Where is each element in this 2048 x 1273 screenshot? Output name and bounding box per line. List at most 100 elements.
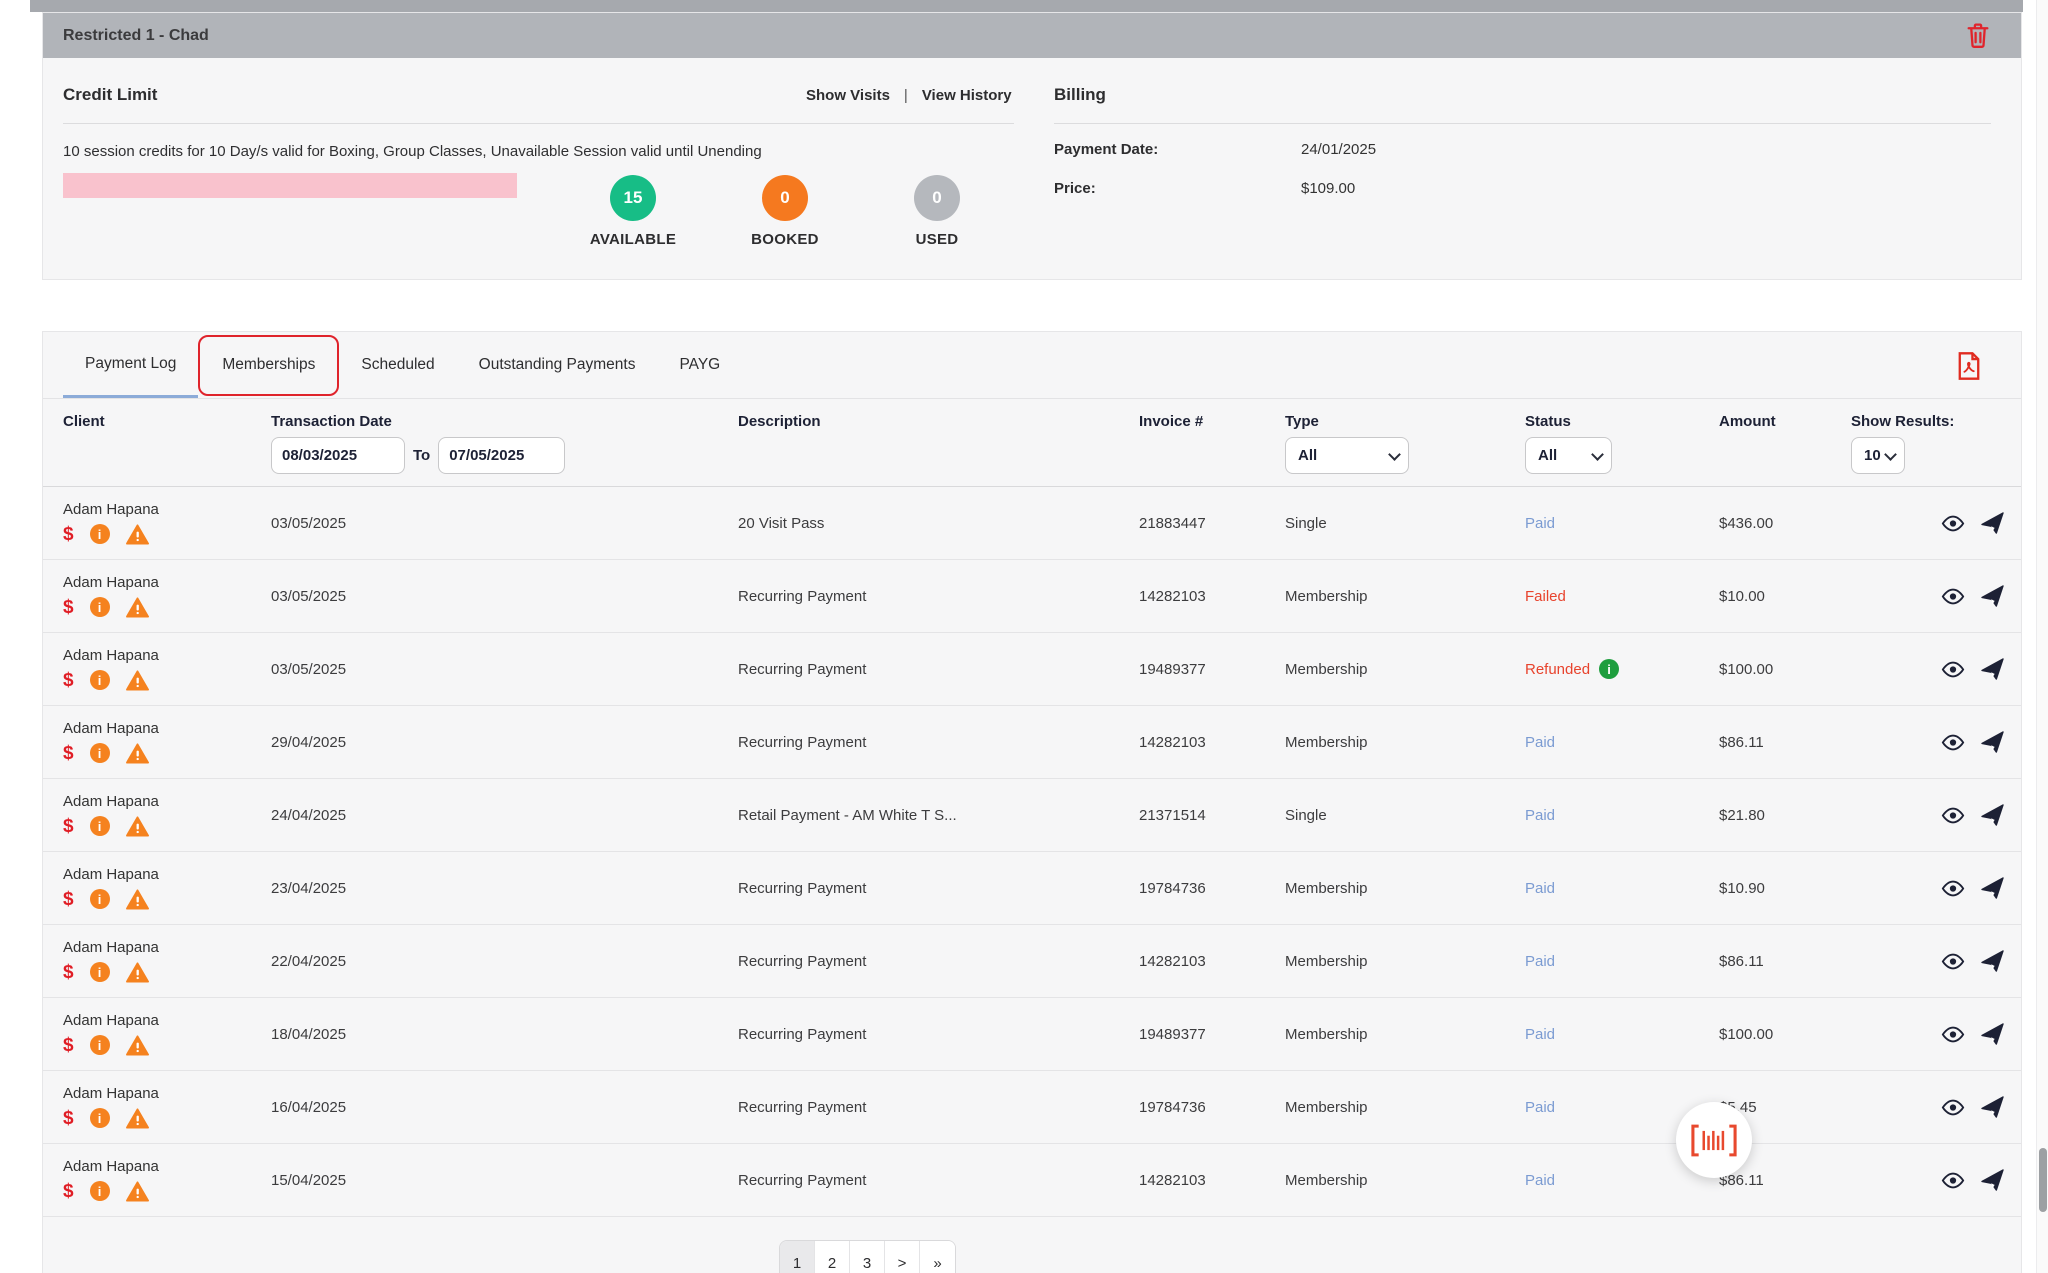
page-button-1[interactable]: 1 [780,1241,815,1273]
status-text[interactable]: Paid [1525,1099,1555,1116]
available-label: AVAILABLE [553,231,713,248]
view-icon[interactable] [1941,1099,1965,1116]
send-icon[interactable] [1981,731,2004,754]
view-icon[interactable] [1941,953,1965,970]
client-action-icons: $ i [63,523,271,545]
payment-dollar-icon[interactable]: $ [63,890,74,909]
type-cell: Membership [1285,953,1525,970]
page-button-last[interactable]: » [920,1241,955,1273]
status-text[interactable]: Failed [1525,588,1566,605]
view-icon[interactable] [1941,880,1965,897]
page-button-next[interactable]: > [885,1241,920,1273]
view-icon[interactable] [1941,734,1965,751]
warning-icon[interactable] [126,597,149,618]
tab-scheduled[interactable]: Scheduled [339,332,456,398]
send-icon[interactable] [1981,585,2004,608]
refund-info-icon[interactable]: i [1599,659,1619,679]
table-row: Adam Hapana $ i 24/04/2025 Retail Paymen… [43,779,2021,852]
info-icon[interactable]: i [90,816,110,836]
warning-icon[interactable] [126,1108,149,1129]
warning-icon[interactable] [126,1035,149,1056]
warning-icon[interactable] [126,962,149,983]
warning-icon[interactable] [126,889,149,910]
membership-summary-card: Restricted 1 - Chad Credit Limit Show Vi… [42,12,2022,280]
send-icon[interactable] [1981,950,2004,973]
view-icon[interactable] [1941,1026,1965,1043]
transaction-date-cell: 03/05/2025 [271,661,738,678]
tab-payg[interactable]: PAYG [657,332,742,398]
view-icon[interactable] [1941,515,1965,532]
amount-cell: $436.00 [1719,515,1941,532]
client-name: Adam Hapana [63,720,271,737]
payment-dollar-icon[interactable]: $ [63,744,74,763]
show-visits-link[interactable]: Show Visits [806,87,890,104]
show-results-select[interactable]: 10 [1851,437,1905,474]
amount-cell: $86.11 [1719,953,1941,970]
info-icon[interactable]: i [90,1108,110,1128]
status-text[interactable]: Paid [1525,515,1555,532]
tab-payment-log[interactable]: Payment Log [63,332,198,398]
payment-dollar-icon[interactable]: $ [63,817,74,836]
info-icon[interactable]: i [90,1181,110,1201]
status-cell: Failed i [1525,588,1719,605]
payment-dollar-icon[interactable]: $ [63,1036,74,1055]
payment-dollar-icon[interactable]: $ [63,1109,74,1128]
date-from-input[interactable] [271,437,405,474]
info-icon[interactable]: i [90,962,110,982]
status-text[interactable]: Paid [1525,1026,1555,1043]
client-name: Adam Hapana [63,1012,271,1029]
info-icon[interactable]: i [90,597,110,617]
send-icon[interactable] [1981,1169,2004,1192]
view-icon[interactable] [1941,807,1965,824]
barcode-scan-button[interactable] [1676,1102,1752,1178]
page-button-2[interactable]: 2 [815,1241,850,1273]
payment-dollar-icon[interactable]: $ [63,1182,74,1201]
delete-membership-button[interactable] [1965,22,1991,49]
send-icon[interactable] [1981,877,2004,900]
send-icon[interactable] [1981,1096,2004,1119]
payment-dollar-icon[interactable]: $ [63,525,74,544]
warning-icon[interactable] [126,816,149,837]
send-icon[interactable] [1981,512,2004,535]
status-text[interactable]: Paid [1525,880,1555,897]
warning-icon[interactable] [126,524,149,545]
view-history-link[interactable]: View History [922,87,1012,104]
info-icon[interactable]: i [90,670,110,690]
status-text[interactable]: Refunded [1525,661,1590,678]
invoice-cell: 14282103 [1139,734,1285,751]
view-icon[interactable] [1941,661,1965,678]
warning-icon[interactable] [126,670,149,691]
status-filter-select[interactable]: All [1525,437,1612,474]
info-icon[interactable]: i [90,524,110,544]
warning-icon[interactable] [126,1181,149,1202]
tab-memberships[interactable]: Memberships [198,335,339,396]
date-to-input[interactable] [438,437,565,474]
warning-icon[interactable] [126,743,149,764]
status-text[interactable]: Paid [1525,734,1555,751]
send-icon[interactable] [1981,1023,2004,1046]
tab-outstanding-payments[interactable]: Outstanding Payments [457,332,658,398]
info-icon[interactable]: i [90,743,110,763]
billing-divider [1054,123,1991,124]
payment-dollar-icon[interactable]: $ [63,598,74,617]
type-filter-select[interactable]: All [1285,437,1409,474]
payment-dollar-icon[interactable]: $ [63,671,74,690]
table-row: Adam Hapana $ i 03/05/2025 Recurring Pay… [43,560,2021,633]
type-cell: Single [1285,807,1525,824]
view-icon[interactable] [1941,1172,1965,1189]
send-icon[interactable] [1981,804,2004,827]
status-text[interactable]: Paid [1525,807,1555,824]
info-icon[interactable]: i [90,1035,110,1055]
scrollbar-thumb[interactable] [2039,1148,2047,1212]
page-button-3[interactable]: 3 [850,1241,885,1273]
scrollbar-track[interactable] [2036,0,2048,1273]
payment-dollar-icon[interactable]: $ [63,963,74,982]
row-actions [1941,804,2006,827]
export-pdf-icon[interactable] [1955,351,1983,381]
view-icon[interactable] [1941,588,1965,605]
status-text[interactable]: Paid [1525,953,1555,970]
client-name: Adam Hapana [63,1158,271,1175]
send-icon[interactable] [1981,658,2004,681]
status-text[interactable]: Paid [1525,1172,1555,1189]
info-icon[interactable]: i [90,889,110,909]
